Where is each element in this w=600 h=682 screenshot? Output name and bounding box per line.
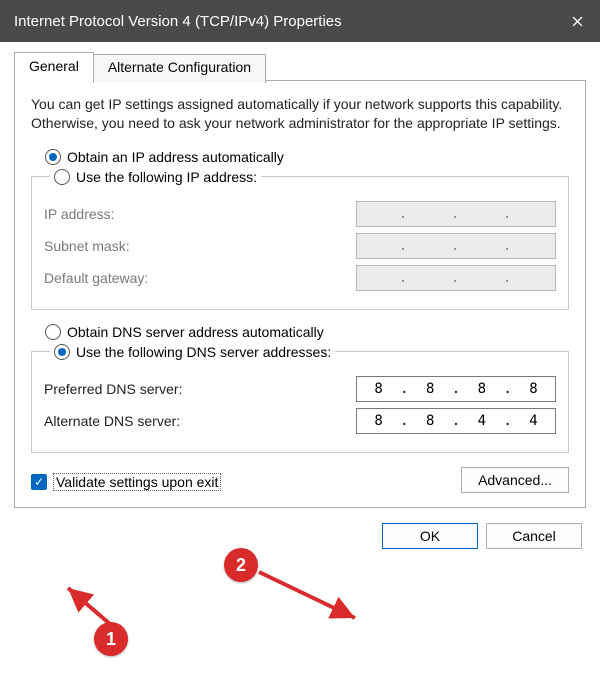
annotation-arrow-1 [62,582,122,630]
row-alternate-dns: Alternate DNS server: 8. 8. 4. 4 [44,408,556,434]
tab-panel-general: You can get IP settings assigned automat… [14,80,586,508]
radio-ip-manual-label: Use the following IP address: [76,169,257,185]
radio-dns-auto[interactable]: Obtain DNS server address automatically [45,324,569,340]
radio-ip-manual[interactable]: Use the following IP address: [54,169,257,185]
radio-icon [54,344,70,360]
annotation-badge-2: 2 [224,548,258,582]
radio-ip-auto-label: Obtain an IP address automatically [67,149,284,165]
dns-manual-legend: Use the following DNS server addresses: [50,344,335,360]
radio-icon [45,149,61,165]
cancel-button[interactable]: Cancel [486,523,582,549]
dialog-buttons: OK Cancel [14,523,586,549]
radio-icon [54,169,70,185]
preferred-dns-input[interactable]: 8. 8. 8. 8 [356,376,556,402]
row-subnet: Subnet mask: . . . [44,233,556,259]
validate-checkbox[interactable]: ✓ Validate settings upon exit [31,473,221,491]
row-ip-address: IP address: . . . [44,201,556,227]
ip-manual-group: Use the following IP address: IP address… [31,169,569,310]
cancel-button-label: Cancel [512,528,556,544]
subnet-input: . . . [356,233,556,259]
gateway-label: Default gateway: [44,270,148,286]
ok-button-label: OK [420,528,440,544]
validate-label: Validate settings upon exit [53,473,221,491]
gateway-input: . . . [356,265,556,291]
radio-ip-auto[interactable]: Obtain an IP address automatically [45,149,569,165]
tab-general-label: General [29,58,79,74]
radio-icon [45,324,61,340]
close-icon [572,16,583,27]
ip-address-label: IP address: [44,206,115,222]
ok-button[interactable]: OK [382,523,478,549]
window-title: Internet Protocol Version 4 (TCP/IPv4) P… [14,13,342,30]
radio-dns-manual[interactable]: Use the following DNS server addresses: [54,344,331,360]
dns-manual-group: Use the following DNS server addresses: … [31,344,569,453]
ip-address-input: . . . [356,201,556,227]
tab-alternate-label: Alternate Configuration [108,59,251,75]
radio-dns-auto-label: Obtain DNS server address automatically [67,324,324,340]
alternate-dns-input[interactable]: 8. 8. 4. 4 [356,408,556,434]
tab-strip: General Alternate Configuration [14,52,586,81]
checkbox-checked-icon: ✓ [31,474,47,490]
row-gateway: Default gateway: . . . [44,265,556,291]
radio-dns-manual-label: Use the following DNS server addresses: [76,344,331,360]
row-preferred-dns: Preferred DNS server: 8. 8. 8. 8 [44,376,556,402]
tab-alternate[interactable]: Alternate Configuration [93,54,266,83]
advanced-button-label: Advanced... [478,472,552,488]
annotation-arrow-2 [255,566,365,626]
intro-text: You can get IP settings assigned automat… [31,95,569,133]
preferred-dns-label: Preferred DNS server: [44,381,182,397]
advanced-button[interactable]: Advanced... [461,467,569,493]
subnet-label: Subnet mask: [44,238,130,254]
titlebar: Internet Protocol Version 4 (TCP/IPv4) P… [0,0,600,42]
ip-manual-legend: Use the following IP address: [50,169,261,185]
alternate-dns-label: Alternate DNS server: [44,413,180,429]
tab-general[interactable]: General [14,52,94,81]
close-button[interactable] [554,0,600,42]
